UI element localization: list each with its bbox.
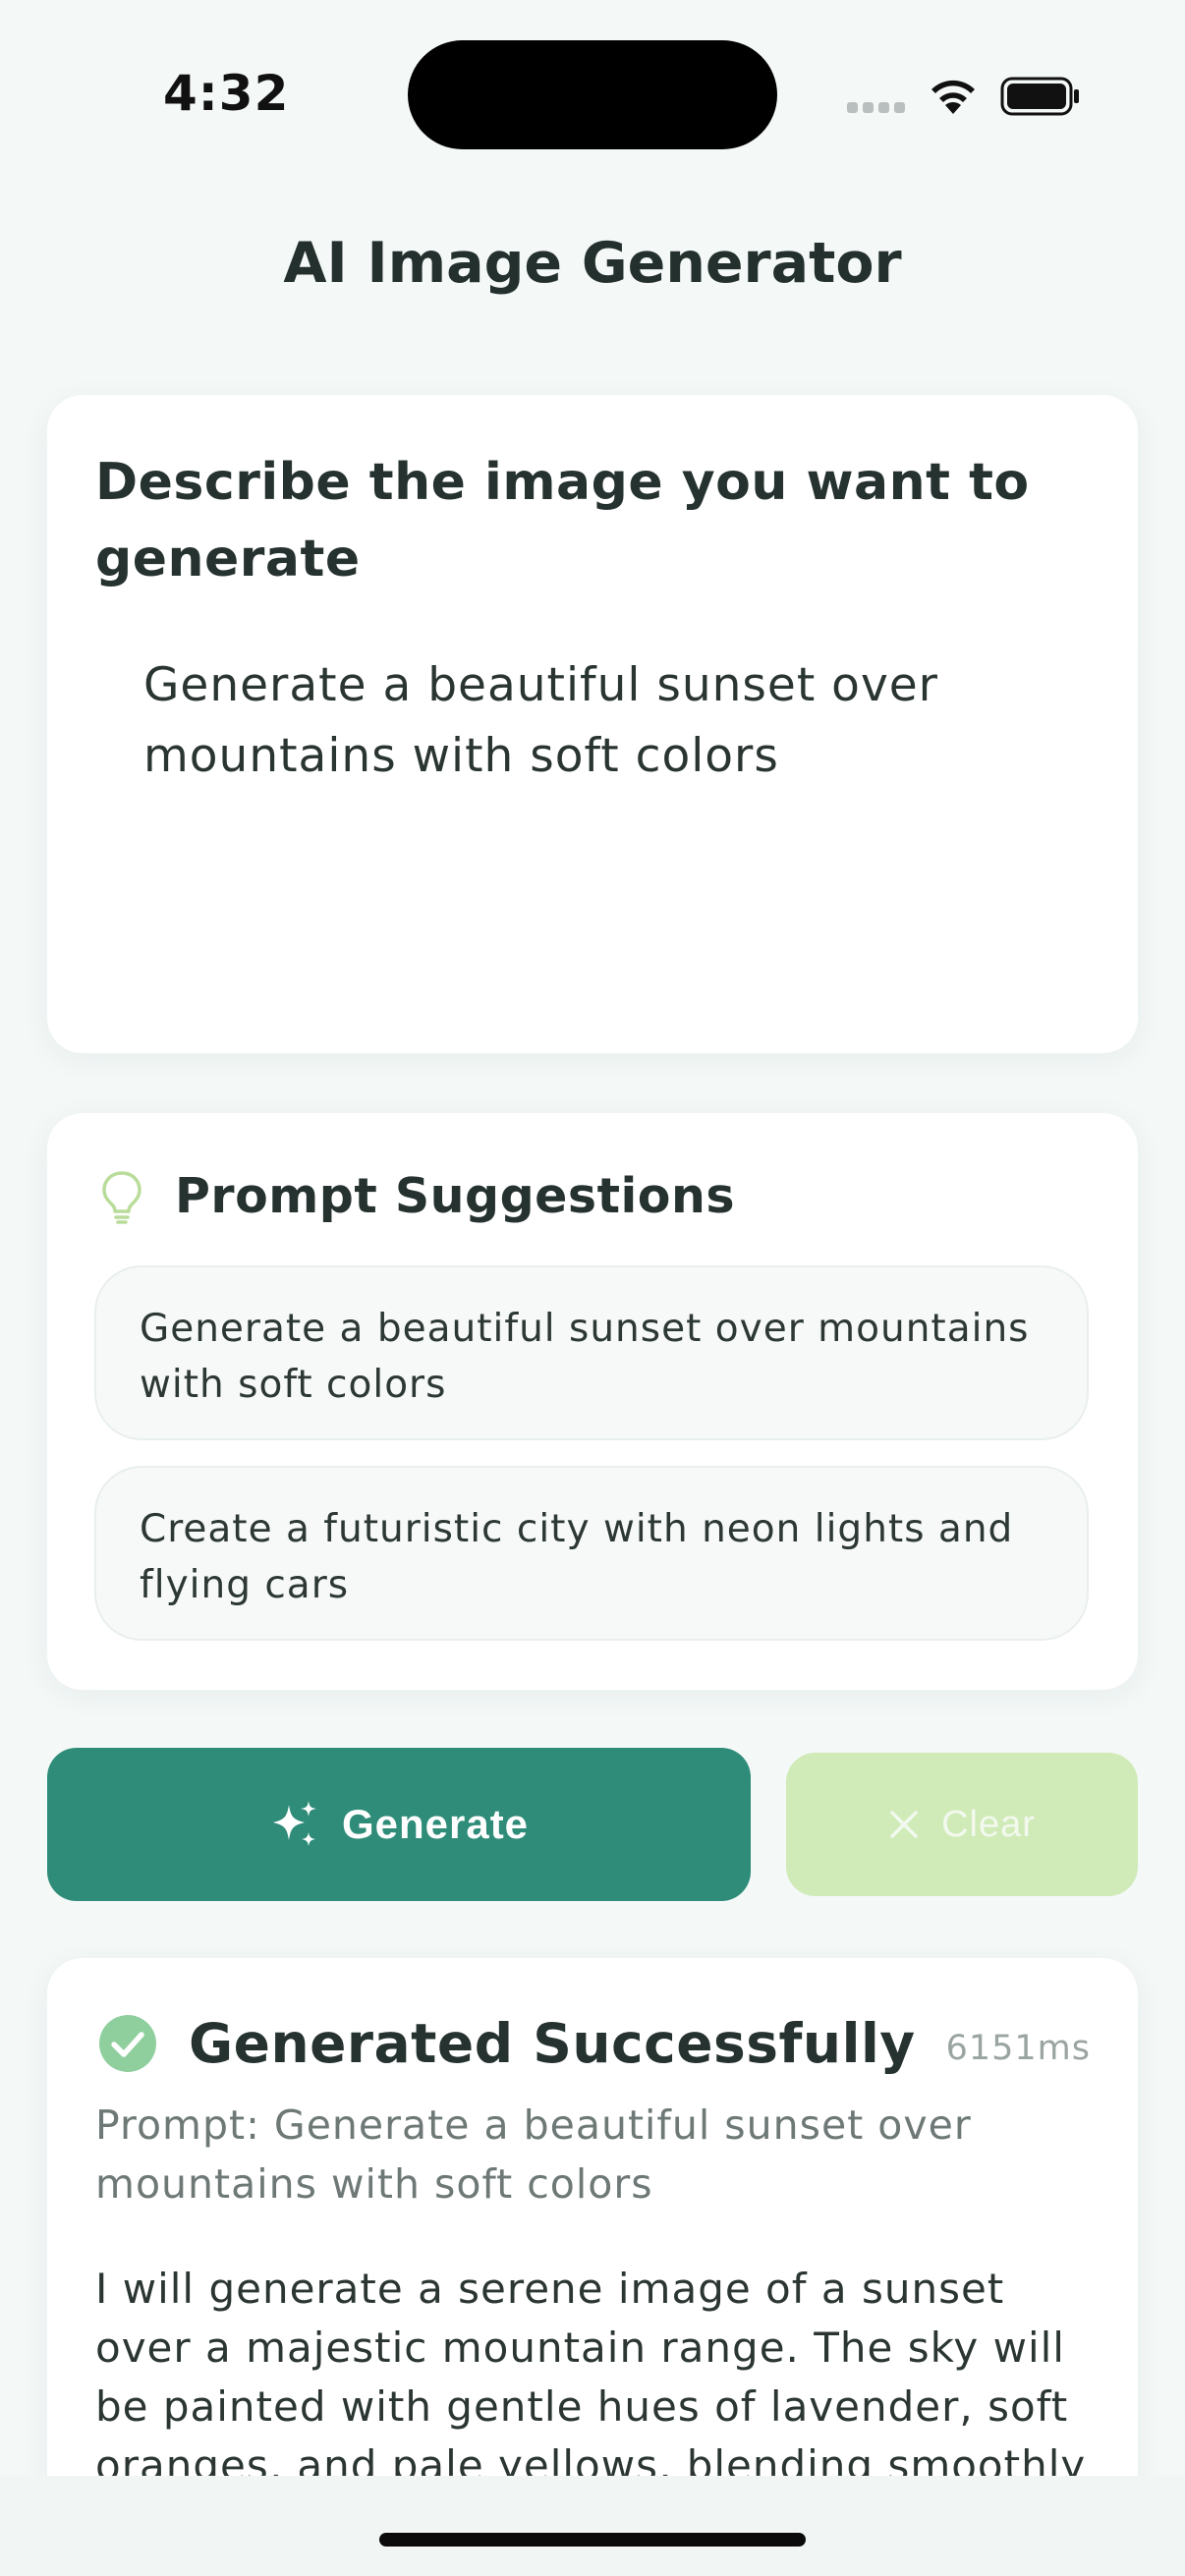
- lightbulb-icon: [102, 1170, 141, 1224]
- generation-duration: 6151ms: [945, 2029, 1091, 2068]
- suggestions-title: Prompt Suggestions: [175, 1168, 736, 1224]
- sparkles-icon: [272, 1801, 316, 1846]
- bottom-safe-area: [0, 2476, 1185, 2576]
- close-icon: [890, 1811, 918, 1838]
- suggestions-card: Prompt Suggestions Generate a beautiful …: [47, 1113, 1138, 1690]
- suggestion-chip[interactable]: Generate a beautiful sunset over mountai…: [94, 1265, 1089, 1440]
- check-circle-icon: [99, 2015, 156, 2072]
- wifi-icon: [931, 80, 975, 114]
- dynamic-island: [408, 40, 777, 149]
- generate-button[interactable]: Generate: [47, 1748, 751, 1901]
- generate-button-label: Generate: [341, 1801, 530, 1847]
- prompt-heading: Describe the image you want to generate: [95, 453, 1030, 588]
- prompt-card: Describe the image you want to generate: [47, 395, 1143, 1053]
- result-prompt: Prompt: Generate a beautiful sunset over…: [95, 2101, 972, 2208]
- cellular-signal-icon: [847, 102, 905, 113]
- battery-icon: [1000, 77, 1079, 116]
- result-header: Generated Successfully: [98, 2012, 916, 2075]
- clear-button[interactable]: Clear: [786, 1753, 1138, 1896]
- result-status-title: Generated Successfully: [189, 2012, 916, 2075]
- page-title: AI Image Generator: [283, 231, 902, 296]
- suggestion-chip[interactable]: Create a futuristic city with neon light…: [94, 1466, 1089, 1641]
- app-screen: 4:32 AI Image Generator Describe the ima…: [0, 0, 1185, 2576]
- suggestions-header: Prompt Suggestions: [98, 1168, 735, 1224]
- prompt-input[interactable]: [96, 650, 1143, 989]
- clear-button-label: Clear: [941, 1803, 1036, 1845]
- home-indicator[interactable]: [379, 2533, 806, 2547]
- status-time: 4:32: [163, 65, 290, 122]
